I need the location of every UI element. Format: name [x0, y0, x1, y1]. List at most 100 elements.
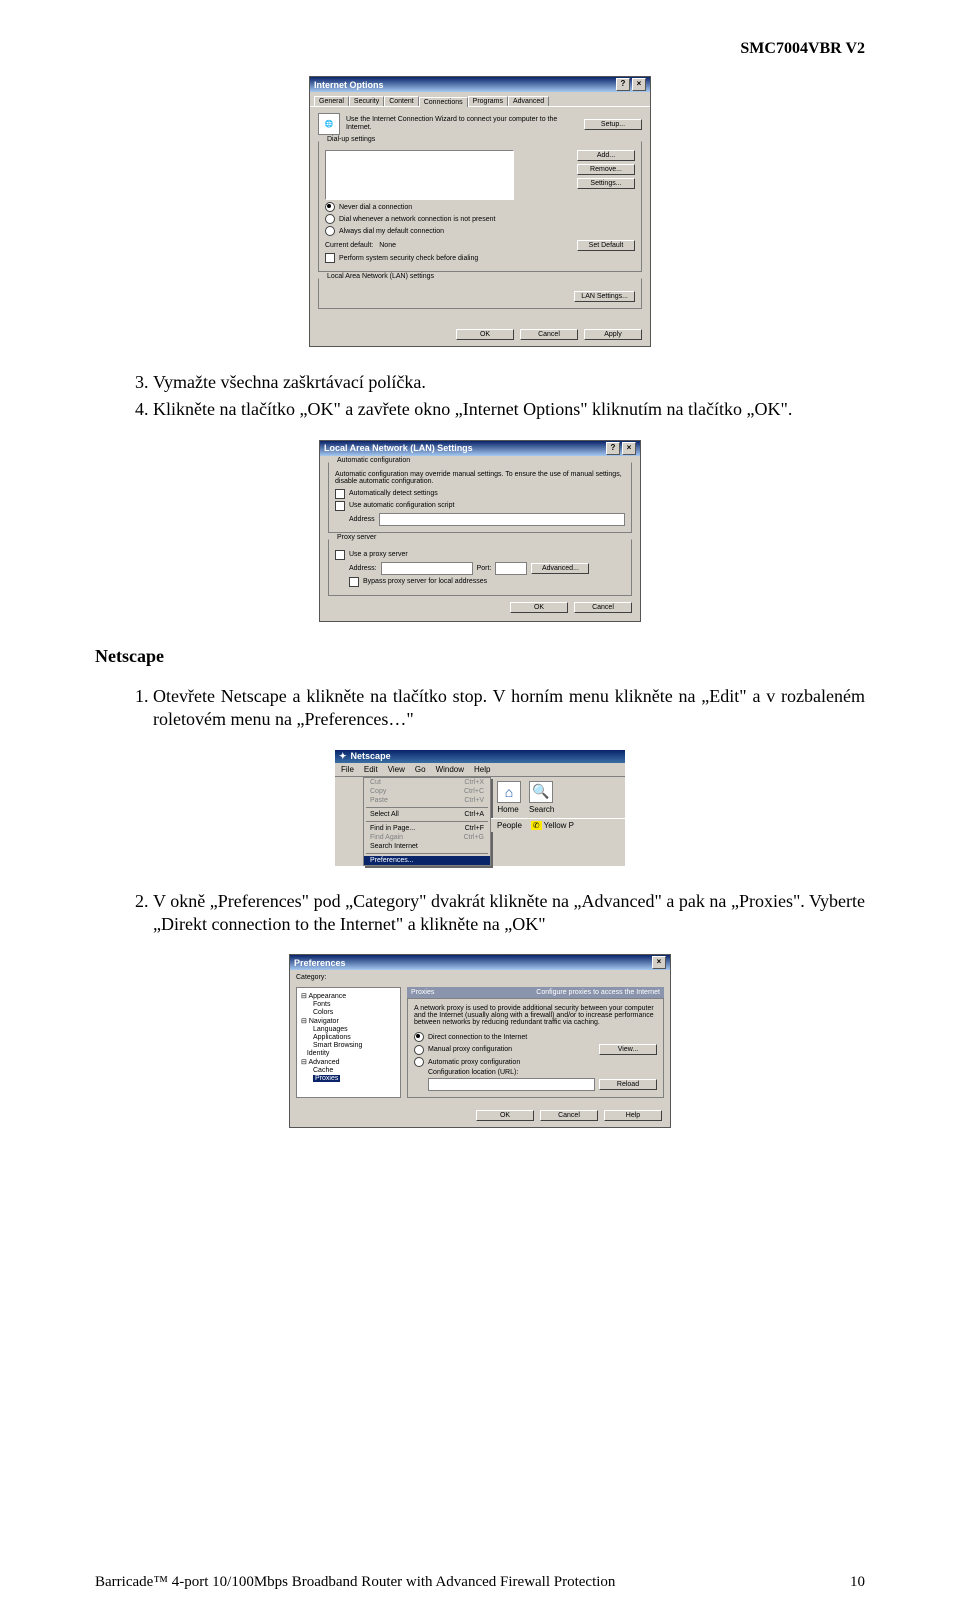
io-cancel-button[interactable]: Cancel [520, 329, 578, 340]
script-address-input[interactable] [379, 513, 625, 526]
preferences-dialog: Preferences × Category: ⊟ Appearance Fon… [289, 954, 671, 1128]
config-url-input[interactable] [428, 1078, 595, 1091]
home-icon[interactable]: ⌂Home [497, 781, 519, 814]
add-button[interactable]: Add... [577, 150, 635, 161]
page-footer: Barricade™ 4-port 10/100Mbps Broadband R… [95, 1574, 865, 1591]
globe-icon: 🌐 [318, 113, 340, 135]
netscape-heading: Netscape [95, 646, 865, 667]
use-script-checkbox[interactable] [335, 501, 345, 511]
io-ok-button[interactable]: OK [456, 329, 514, 340]
io-apply-button[interactable]: Apply [584, 329, 642, 340]
wizard-text: Use the Internet Connection Wizard to co… [346, 116, 578, 132]
pref-ok-button[interactable]: OK [476, 1110, 534, 1121]
search-icon[interactable]: 🔍Search [529, 781, 551, 814]
close-icon[interactable]: × [652, 956, 666, 969]
syscheck-checkbox[interactable] [325, 253, 335, 263]
radio-direct[interactable] [414, 1032, 424, 1042]
auto-detect-checkbox[interactable] [335, 489, 345, 499]
tab-security[interactable]: Security [349, 96, 384, 106]
ordered-list-2: Otevřete Netscape a klikněte na tlačítko… [113, 685, 865, 732]
yellowpages-button[interactable]: Yellow P [544, 821, 574, 830]
io-title: Internet Options [314, 80, 384, 90]
proxy-port-input[interactable] [495, 562, 527, 575]
menu-find-again[interactable]: Find AgainCtrl+G [364, 833, 490, 842]
radio-dial-nonet[interactable] [325, 214, 335, 224]
yellowpages-icon[interactable]: ✆ [531, 821, 542, 830]
category-tree[interactable]: ⊟ Appearance Fonts Colors ⊟ Navigator La… [296, 987, 401, 1098]
proxy-group-label: Proxy server [335, 534, 378, 541]
close-icon[interactable]: × [632, 78, 646, 91]
bypass-checkbox[interactable] [349, 577, 359, 587]
tab-general[interactable]: General [314, 96, 349, 106]
help-icon[interactable]: ? [616, 78, 630, 91]
figure-lan-settings: Local Area Network (LAN) Settings ? × Au… [95, 440, 865, 622]
figure-internet-options: Internet Options ? × General Security Co… [95, 76, 865, 347]
tab-programs[interactable]: Programs [468, 96, 508, 106]
view-button[interactable]: View... [599, 1044, 657, 1055]
use-proxy-checkbox[interactable] [335, 550, 345, 560]
help-icon[interactable]: ? [606, 442, 620, 455]
menu-preferences[interactable]: Preferences... [364, 856, 490, 865]
menu-window[interactable]: Window [436, 765, 464, 774]
menu-paste[interactable]: PasteCtrl+V [364, 796, 490, 805]
menu-cut[interactable]: CutCtrl+X [364, 778, 490, 787]
close-icon[interactable]: × [622, 442, 636, 455]
lan-title: Local Area Network (LAN) Settings [324, 443, 473, 453]
proxy-address-input[interactable] [381, 562, 473, 575]
set-default-button[interactable]: Set Default [577, 240, 635, 251]
radio-manual[interactable] [414, 1045, 424, 1055]
remove-button[interactable]: Remove... [577, 164, 635, 175]
reload-button[interactable]: Reload [599, 1079, 657, 1090]
menu-copy[interactable]: CopyCtrl+C [364, 787, 490, 796]
ns-app-title: Netscape [351, 751, 391, 761]
menu-edit[interactable]: Edit [364, 765, 378, 774]
menu-search-internet[interactable]: Search Internet [364, 842, 490, 851]
lan-settings-button[interactable]: LAN Settings... [574, 291, 635, 302]
page-number: 10 [850, 1574, 865, 1591]
pref-cancel-button[interactable]: Cancel [540, 1110, 598, 1121]
lan-cancel-button[interactable]: Cancel [574, 602, 632, 613]
pref-help-button[interactable]: Help [604, 1110, 662, 1121]
lan-settings-dialog: Local Area Network (LAN) Settings ? × Au… [319, 440, 641, 622]
setup-button[interactable]: Setup... [584, 119, 642, 130]
menu-select-all[interactable]: Select AllCtrl+A [364, 810, 490, 819]
tree-proxies[interactable]: Proxies [313, 1075, 340, 1082]
radio-auto-proxy[interactable] [414, 1057, 424, 1067]
radio-never-dial[interactable] [325, 202, 335, 212]
internet-options-dialog: Internet Options ? × General Security Co… [309, 76, 651, 347]
menu-find[interactable]: Find in Page...Ctrl+F [364, 824, 490, 833]
step-3: Vymažte všechna zaškrtávací políčka. [153, 371, 865, 394]
dialup-group-label: Dial-up settings [325, 136, 377, 143]
lan-ok-button[interactable]: OK [510, 602, 568, 613]
tab-content[interactable]: Content [384, 96, 419, 106]
auto-desc: Automatic configuration may override man… [335, 471, 625, 485]
current-default-label: Current default: [325, 242, 373, 249]
panel-title: Proxies [411, 989, 434, 996]
lan-group-label: Local Area Network (LAN) settings [325, 273, 436, 280]
netscape-window: ✦Netscape File Edit View Go Window Help … [335, 750, 625, 866]
pref-title: Preferences [294, 958, 346, 968]
netscape-step-1: Otevřete Netscape a klikněte na tlačítko… [153, 685, 865, 732]
document-page: SMC7004VBR V2 Internet Options ? × Gener… [0, 0, 960, 1617]
netscape-icon: ✦ [339, 751, 347, 761]
footer-text: Barricade™ 4-port 10/100Mbps Broadband R… [95, 1574, 615, 1591]
current-default-value: None [379, 242, 396, 249]
dialup-listbox[interactable] [325, 150, 514, 200]
menu-view[interactable]: View [388, 765, 405, 774]
ordered-list-3: V okně „Preferences" pod „Category" dvak… [113, 890, 865, 937]
auto-group-label: Automatic configuration [335, 457, 412, 464]
menu-help[interactable]: Help [474, 765, 490, 774]
header-model: SMC7004VBR V2 [95, 40, 865, 58]
radio-always-dial[interactable] [325, 226, 335, 236]
io-titlebar: Internet Options ? × [310, 77, 650, 92]
menu-file[interactable]: File [341, 765, 354, 774]
proxy-advanced-button[interactable]: Advanced... [531, 563, 589, 574]
step-4: Klikněte na tlačítko „OK" a zavřete okno… [153, 398, 865, 421]
netscape-step-2: V okně „Preferences" pod „Category" dvak… [153, 890, 865, 937]
menu-go[interactable]: Go [415, 765, 426, 774]
people-button[interactable]: People [497, 821, 522, 830]
settings-button[interactable]: Settings... [577, 178, 635, 189]
edit-dropdown: CutCtrl+X CopyCtrl+C PasteCtrl+V Select … [363, 777, 491, 866]
tab-connections[interactable]: Connections [419, 97, 468, 107]
tab-advanced[interactable]: Advanced [508, 96, 549, 106]
